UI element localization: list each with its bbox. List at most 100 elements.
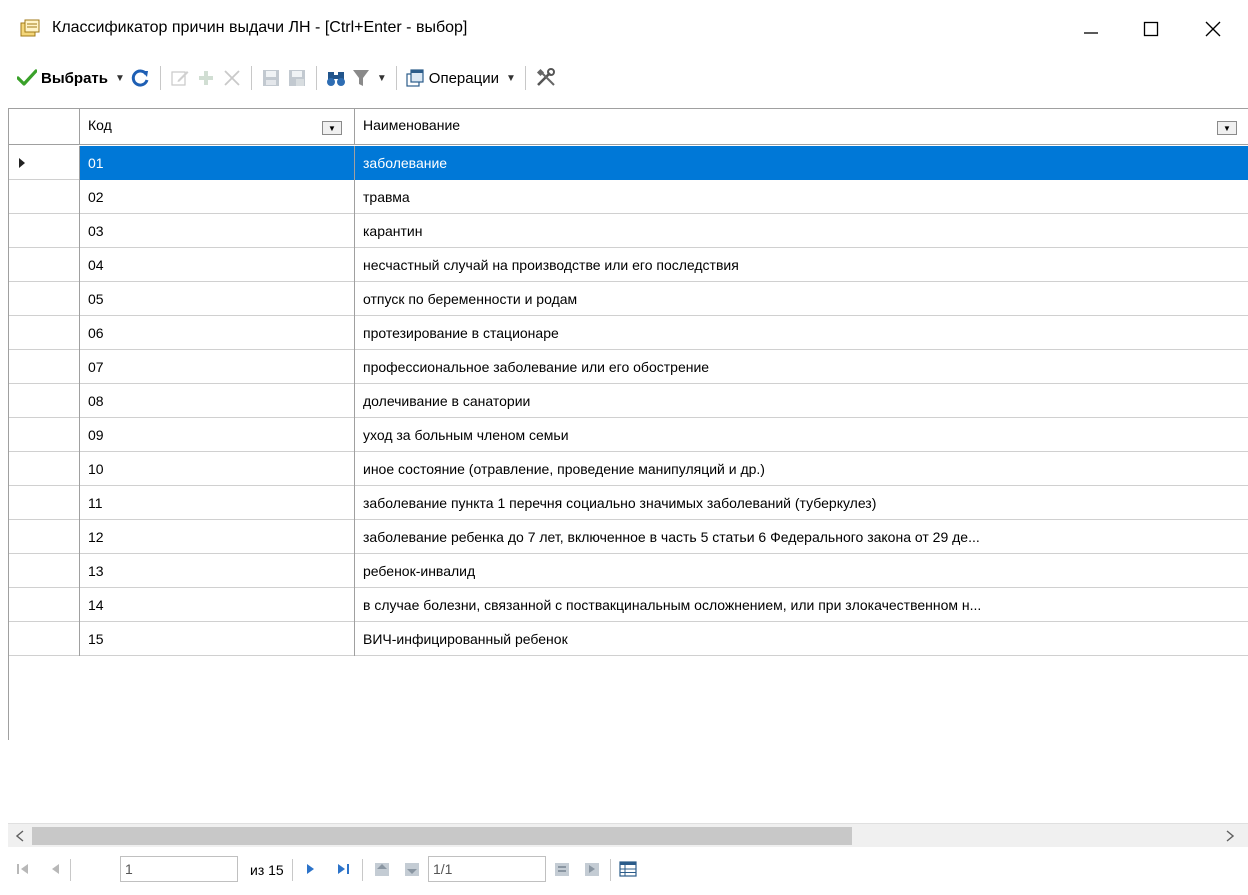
row-indicator[interactable] xyxy=(9,588,80,622)
previous-page-button[interactable] xyxy=(370,857,394,881)
code-cell[interactable]: 05 xyxy=(80,282,355,316)
window-app-icon xyxy=(20,18,42,38)
grid-view-button[interactable] xyxy=(616,857,640,881)
row-indicator[interactable] xyxy=(9,418,80,452)
name-cell[interactable]: ребенок-инвалид xyxy=(355,554,1248,588)
name-cell[interactable]: несчастный случай на производстве или ег… xyxy=(355,248,1248,282)
name-cell[interactable]: травма xyxy=(355,180,1248,214)
table-row[interactable]: 12 заболевание ребенка до 7 лет, включенн… xyxy=(9,520,1248,554)
refresh-button[interactable] xyxy=(128,63,154,93)
name-cell[interactable]: заболевание xyxy=(355,146,1248,180)
table-row[interactable]: 03 карантин xyxy=(9,214,1248,248)
code-cell[interactable]: 10 xyxy=(80,452,355,486)
page-last-icon xyxy=(585,863,599,876)
table-row[interactable]: 14 в случае болезни, связанной с поствакц… xyxy=(9,588,1248,622)
table-row[interactable]: 08 долечивание в санатории xyxy=(9,384,1248,418)
row-indicator[interactable] xyxy=(9,452,80,486)
save-button[interactable] xyxy=(258,63,284,93)
table-row[interactable]: 06 протезирование в стационаре xyxy=(9,316,1248,350)
close-button[interactable] xyxy=(1190,8,1236,50)
column-header-name[interactable]: Наименование ▼ xyxy=(355,109,1248,145)
settings-button[interactable] xyxy=(532,63,560,93)
code-cell[interactable]: 03 xyxy=(80,214,355,248)
code-cell[interactable]: 04 xyxy=(80,248,355,282)
code-cell[interactable]: 13 xyxy=(80,554,355,588)
row-indicator[interactable] xyxy=(9,384,80,418)
name-cell[interactable]: в случае болезни, связанной с поствакцин… xyxy=(355,588,1248,622)
previous-record-button[interactable] xyxy=(44,857,66,881)
code-cell[interactable]: 01 xyxy=(80,146,355,180)
code-cell[interactable]: 07 xyxy=(80,350,355,384)
maximize-button[interactable] xyxy=(1128,8,1174,50)
table-row[interactable]: 09 уход за больным членом семьи xyxy=(9,418,1248,452)
operations-button[interactable]: Операции ▼ xyxy=(403,63,519,93)
table-row[interactable]: 01 заболевание xyxy=(9,146,1248,180)
name-cell[interactable]: протезирование в стационаре xyxy=(355,316,1248,350)
code-cell[interactable]: 12 xyxy=(80,520,355,554)
row-indicator[interactable] xyxy=(9,486,80,520)
row-indicator[interactable] xyxy=(9,554,80,588)
add-button[interactable] xyxy=(193,63,219,93)
select-dropdown-caret-icon[interactable]: ▼ xyxy=(115,73,125,84)
name-cell[interactable]: карантин xyxy=(355,214,1248,248)
row-indicator[interactable] xyxy=(9,316,80,350)
select-button[interactable]: Выбрать ▼ xyxy=(14,63,128,93)
code-cell[interactable]: 08 xyxy=(80,384,355,418)
table-row[interactable]: 07 профессиональное заболевание или его о… xyxy=(9,350,1248,384)
next-page-button[interactable] xyxy=(400,857,424,881)
find-button[interactable] xyxy=(323,63,349,93)
table-row[interactable]: 04 несчастный случай на производстве или … xyxy=(9,248,1248,282)
table-row[interactable]: 11 заболевание пункта 1 перечня социально… xyxy=(9,486,1248,520)
code-cell[interactable]: 06 xyxy=(80,316,355,350)
page-last-button[interactable] xyxy=(580,857,604,881)
code-filter-button[interactable]: ▼ xyxy=(322,121,342,135)
filter-button[interactable]: ▼ xyxy=(349,63,390,93)
name-cell[interactable]: отпуск по беременности и родам xyxy=(355,282,1248,316)
toolbar-separator xyxy=(524,66,526,90)
filter-dropdown-caret-icon[interactable]: ▼ xyxy=(377,73,387,84)
table-row[interactable]: 15 ВИЧ-инфицированный ребенок xyxy=(9,622,1248,656)
row-indicator[interactable] xyxy=(9,248,80,282)
scroll-left-button[interactable] xyxy=(10,826,30,846)
scrollbar-thumb[interactable] xyxy=(32,827,852,845)
code-cell[interactable]: 14 xyxy=(80,588,355,622)
edit-button[interactable] xyxy=(167,63,193,93)
name-cell[interactable]: ВИЧ-инфицированный ребенок xyxy=(355,622,1248,656)
row-indicator[interactable] xyxy=(9,282,80,316)
row-indicator[interactable] xyxy=(9,214,80,248)
grid-header: Код ▼ Наименование ▼ xyxy=(9,109,1248,145)
name-cell[interactable]: заболевание пункта 1 перечня социально з… xyxy=(355,486,1248,520)
table-row[interactable]: 10 иное состояние (отравление, проведение… xyxy=(9,452,1248,486)
name-cell[interactable]: долечивание в санатории xyxy=(355,384,1248,418)
table-row[interactable]: 05 отпуск по беременности и родам xyxy=(9,282,1248,316)
table-row[interactable]: 13 ребенок-инвалид xyxy=(9,554,1248,588)
table-row[interactable]: 02 травма xyxy=(9,180,1248,214)
scroll-right-button[interactable] xyxy=(1220,826,1240,846)
column-header-code[interactable]: Код ▼ xyxy=(80,109,355,145)
code-cell[interactable]: 02 xyxy=(80,180,355,214)
code-cell[interactable]: 11 xyxy=(80,486,355,520)
row-indicator[interactable] xyxy=(9,146,80,180)
code-cell[interactable]: 15 xyxy=(80,622,355,656)
horizontal-scrollbar[interactable] xyxy=(8,823,1248,847)
record-number-input[interactable]: 1 xyxy=(120,856,238,882)
first-record-button[interactable] xyxy=(12,857,34,881)
page-number-input[interactable]: 1/1 xyxy=(428,856,546,882)
name-cell[interactable]: профессиональное заболевание или его обо… xyxy=(355,350,1248,384)
name-cell[interactable]: уход за больным членом семьи xyxy=(355,418,1248,452)
delete-button[interactable] xyxy=(219,63,245,93)
last-record-button[interactable] xyxy=(332,857,354,881)
row-indicator[interactable] xyxy=(9,350,80,384)
code-cell[interactable]: 09 xyxy=(80,418,355,452)
minimize-button[interactable] xyxy=(1068,8,1114,50)
row-indicator[interactable] xyxy=(9,520,80,554)
name-cell[interactable]: заболевание ребенка до 7 лет, включенное… xyxy=(355,520,1248,554)
page-action-button[interactable] xyxy=(550,857,574,881)
operations-dropdown-caret-icon[interactable]: ▼ xyxy=(506,73,516,84)
save-all-button[interactable] xyxy=(284,63,310,93)
name-cell[interactable]: иное состояние (отравление, проведение м… xyxy=(355,452,1248,486)
name-filter-button[interactable]: ▼ xyxy=(1217,121,1237,135)
row-indicator[interactable] xyxy=(9,622,80,656)
row-indicator[interactable] xyxy=(9,180,80,214)
next-record-button[interactable] xyxy=(300,857,322,881)
